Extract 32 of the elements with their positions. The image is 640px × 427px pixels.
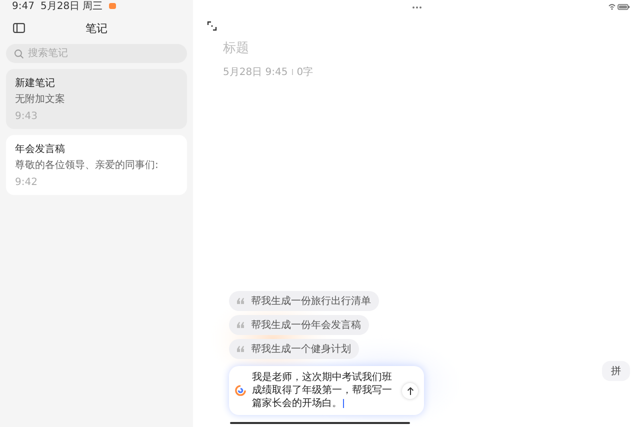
send-button[interactable] bbox=[402, 382, 418, 398]
note-card[interactable]: 新建笔记 无附加文案 9:43 bbox=[6, 69, 187, 129]
word-count: 0字 bbox=[296, 66, 314, 79]
more-icon[interactable] bbox=[412, 6, 422, 8]
sidebar-title: 笔记 bbox=[86, 20, 108, 36]
note-card[interactable]: 年会发言稿 尊敬的各位领导、亲爱的同事们: 9:42 bbox=[6, 135, 187, 195]
note-time: 9:43 bbox=[15, 111, 38, 122]
sidebar-toggle-icon[interactable] bbox=[13, 23, 25, 33]
suggestion-chip[interactable]: 帮我生成一份旅行出行清单 bbox=[229, 291, 379, 311]
note-preview: 尊敬的各位领导、亲爱的同事们: bbox=[15, 158, 160, 172]
note-title: 年会发言稿 bbox=[15, 142, 66, 156]
note-time: 9:42 bbox=[15, 177, 38, 188]
suggestion-chip[interactable]: 帮我生成一份年会发言稿 bbox=[229, 315, 369, 335]
input-method-button[interactable]: 拼 bbox=[602, 361, 630, 381]
prompt-text: 我是老师，这次期中考试我们班成绩取得了年级第一，帮我写一篇家长会的开场白。 bbox=[252, 371, 393, 410]
assistant-logo-icon bbox=[235, 385, 246, 396]
quote-icon bbox=[237, 298, 245, 304]
search-icon bbox=[14, 49, 24, 59]
status-time: 9:47 bbox=[12, 0, 34, 12]
note-preview: 无附加文案 bbox=[15, 92, 66, 106]
note-title: 新建笔记 bbox=[15, 76, 56, 90]
arrow-up-icon bbox=[406, 386, 414, 394]
prompt-input[interactable]: 我是老师，这次期中考试我们班成绩取得了年级第一，帮我写一篇家长会的开场白。 bbox=[229, 366, 424, 415]
app-notification-icon bbox=[108, 3, 116, 9]
quote-icon bbox=[237, 322, 245, 328]
quote-icon bbox=[237, 346, 245, 352]
search-field[interactable]: 搜索笔记 bbox=[6, 44, 187, 63]
note-date: 5月28日 9:45 bbox=[223, 66, 288, 79]
suggestion-chip[interactable]: 帮我生成一个健身计划 bbox=[229, 339, 359, 359]
wifi-battery-icon bbox=[608, 3, 630, 11]
fullscreen-icon[interactable] bbox=[207, 21, 217, 31]
status-date: 5月28日 周三 bbox=[40, 0, 103, 13]
